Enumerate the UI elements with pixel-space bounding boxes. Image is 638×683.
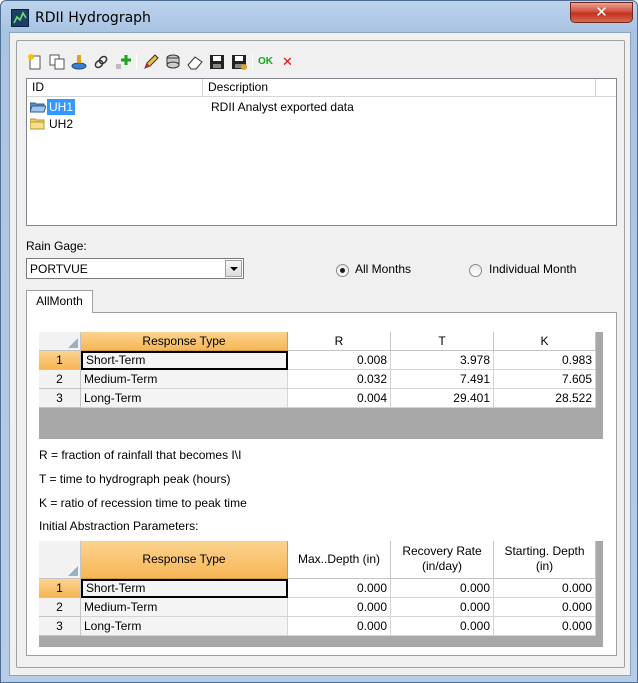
list-item[interactable]: UH2 — [30, 116, 590, 132]
open-folder-icon — [30, 102, 46, 113]
recovery-rate-cell[interactable]: 0.000 — [391, 579, 494, 598]
recovery-rate-cell[interactable]: 0.000 — [391, 598, 494, 617]
unit-hydrograph-list[interactable]: ID Description UH1 RDII Analyst exported… — [26, 78, 617, 226]
eraser-icon[interactable] — [186, 53, 204, 71]
chevron-down-icon[interactable] — [225, 260, 242, 277]
column-header-response-type[interactable]: Response Type — [81, 541, 288, 579]
rain-gage-select[interactable]: PORTVUE — [26, 258, 244, 279]
response-type-cell[interactable]: Medium-Term — [81, 370, 288, 389]
t-cell[interactable]: 7.491 — [391, 370, 494, 389]
copy-icon[interactable] — [48, 53, 66, 71]
title-bar[interactable]: RDII Hydrograph ✕ — [1, 1, 637, 33]
row-header[interactable]: 1 — [39, 351, 81, 370]
toolbar-separator — [252, 54, 253, 70]
max-depth-cell[interactable]: 0.000 — [288, 579, 391, 598]
r-cell[interactable]: 0.004 — [288, 389, 391, 408]
k-cell[interactable]: 0.983 — [494, 351, 596, 370]
response-type-cell[interactable]: Medium-Term — [81, 598, 288, 617]
max-depth-cell[interactable]: 0.000 — [288, 617, 391, 636]
column-header-starting-depth[interactable]: Starting. Depth (in) — [494, 541, 596, 579]
column-header-response-type[interactable]: Response Type — [81, 332, 288, 351]
recovery-rate-cell[interactable]: 0.000 — [391, 617, 494, 636]
list-item-id: UH2 — [49, 117, 74, 131]
individual-month-radio[interactable] — [469, 264, 482, 277]
rain-gage-value: PORTVUE — [30, 262, 88, 276]
response-type-cell[interactable]: Long-Term — [81, 617, 288, 636]
column-header-max-depth[interactable]: Max..Depth (in) — [288, 541, 391, 579]
abstraction-table: Response Type Max..Depth (in) Recovery R… — [39, 541, 603, 647]
rain-gage-label: Rain Gage: — [26, 239, 87, 253]
list-header: ID Description — [27, 79, 616, 97]
column-header-recovery-rate[interactable]: Recovery Rate (in/day) — [391, 541, 494, 579]
t-definition: T = time to hydrograph peak (hours) — [39, 472, 231, 486]
link-icon[interactable] — [92, 53, 110, 71]
row-header[interactable]: 1 — [39, 579, 81, 598]
window-title: RDII Hydrograph — [35, 10, 151, 26]
t-cell[interactable]: 29.401 — [391, 389, 494, 408]
stack-icon[interactable] — [164, 53, 182, 71]
t-cell[interactable]: 3.978 — [391, 351, 494, 370]
save-as-icon[interactable] — [230, 53, 248, 71]
import-icon[interactable] — [70, 53, 88, 71]
response-table: Response Type R T K 1 Short-Term 0.008 3… — [39, 332, 603, 439]
row-header[interactable]: 3 — [39, 389, 81, 408]
k-cell[interactable]: 7.605 — [494, 370, 596, 389]
starting-depth-cell[interactable]: 0.000 — [494, 598, 596, 617]
column-header-id[interactable]: ID — [27, 79, 203, 97]
toolbar-separator — [136, 54, 137, 70]
list-item-id: UH1 — [47, 99, 76, 115]
k-cell[interactable]: 28.522 — [494, 389, 596, 408]
tab-page-allmonth: Response Type R T K 1 Short-Term 0.008 3… — [26, 312, 617, 656]
r-definition: R = fraction of rainfall that becomes I\… — [39, 448, 242, 462]
starting-depth-cell[interactable]: 0.000 — [494, 617, 596, 636]
list-item-description: RDII Analyst exported data — [211, 100, 354, 114]
individual-month-label[interactable]: Individual Month — [489, 262, 576, 276]
add-icon[interactable] — [114, 53, 132, 71]
response-type-cell[interactable]: Long-Term — [81, 389, 288, 408]
r-cell[interactable]: 0.032 — [288, 370, 391, 389]
starting-depth-cell[interactable]: 0.000 — [494, 579, 596, 598]
response-type-cell[interactable]: Short-Term — [81, 351, 288, 370]
close-button[interactable]: ✕ — [570, 2, 633, 23]
column-header-r[interactable]: R — [288, 332, 391, 351]
all-months-radio[interactable] — [336, 264, 349, 277]
row-header[interactable]: 2 — [39, 598, 81, 617]
response-type-cell[interactable]: Short-Term — [81, 579, 288, 598]
dialog-client-area: OK ✕ ID Description UH1 RDII Analyst exp… — [9, 32, 631, 676]
row-header[interactable]: 3 — [39, 617, 81, 636]
edit-icon[interactable] — [142, 53, 160, 71]
cancel-icon[interactable]: ✕ — [282, 53, 300, 71]
table-corner[interactable] — [39, 332, 81, 351]
new-icon[interactable] — [26, 53, 44, 71]
table-corner[interactable] — [39, 541, 81, 579]
r-cell[interactable]: 0.008 — [288, 351, 391, 370]
row-header[interactable]: 2 — [39, 370, 81, 389]
initial-abstraction-heading: Initial Abstraction Parameters: — [39, 519, 199, 533]
column-header-k[interactable]: K — [494, 332, 596, 351]
save-icon[interactable] — [208, 53, 226, 71]
tab-allmonth[interactable]: AllMonth — [26, 290, 93, 313]
column-header-description[interactable]: Description — [203, 79, 596, 97]
list-item[interactable]: UH1 RDII Analyst exported data — [30, 99, 590, 115]
folder-icon — [30, 118, 45, 130]
app-icon — [11, 9, 29, 27]
column-header-t[interactable]: T — [391, 332, 494, 351]
column-header-filler — [596, 79, 616, 97]
k-definition: K = ratio of recession time to peak time — [39, 496, 247, 510]
max-depth-cell[interactable]: 0.000 — [288, 598, 391, 617]
all-months-label[interactable]: All Months — [355, 262, 411, 276]
rdii-hydrograph-window: RDII Hydrograph ✕ OK ✕ ID Description UH… — [0, 0, 638, 683]
ok-icon[interactable]: OK — [258, 53, 278, 71]
